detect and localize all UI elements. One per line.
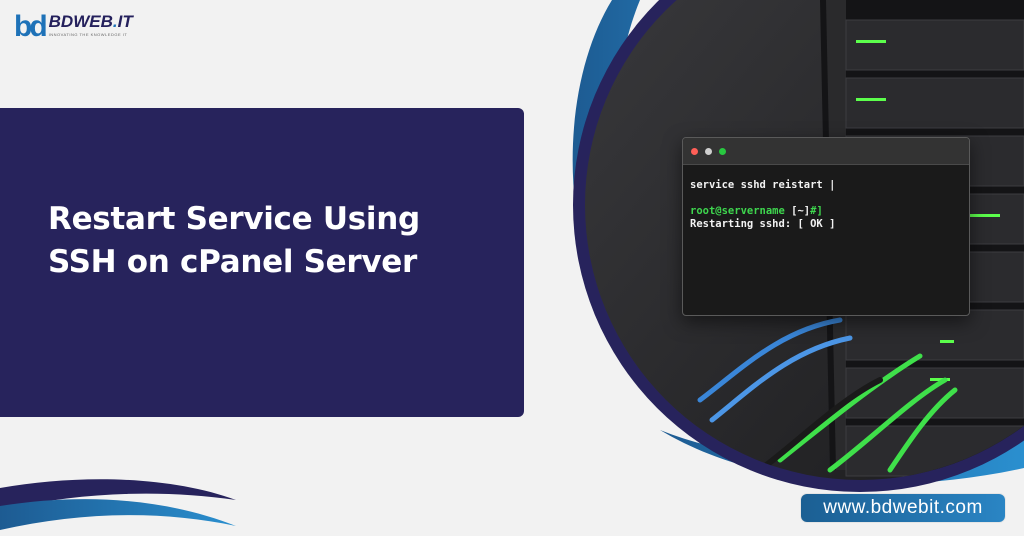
terminal-result: Restarting sshd: [ OK ] (690, 218, 836, 230)
maximize-dot-icon (719, 147, 726, 155)
swoosh-shape (0, 499, 236, 530)
close-dot-icon (691, 147, 698, 155)
terminal-command: service sshd reistart | (690, 179, 836, 191)
terminal-output: service sshd reistart | root@servername … (683, 165, 969, 245)
website-url: www.bdwebit.com (823, 497, 983, 518)
banner: bd BDWEB.IT INNOVATING THE KNOWLEDGE IT (0, 0, 1024, 536)
terminal-titlebar (683, 138, 969, 165)
title-line: Restart Service Using (48, 201, 420, 237)
title-line: SSH on cPanel Server (48, 244, 418, 280)
minimize-dot-icon (705, 147, 712, 155)
website-url-badge[interactable]: www.bdwebit.com (801, 494, 1005, 522)
terminal-prompt: root@servername [~]#] (690, 205, 823, 217)
page-title: Restart Service Using SSH on cPanel Serv… (48, 198, 420, 284)
terminal-window: service sshd reistart | root@servername … (682, 137, 970, 316)
